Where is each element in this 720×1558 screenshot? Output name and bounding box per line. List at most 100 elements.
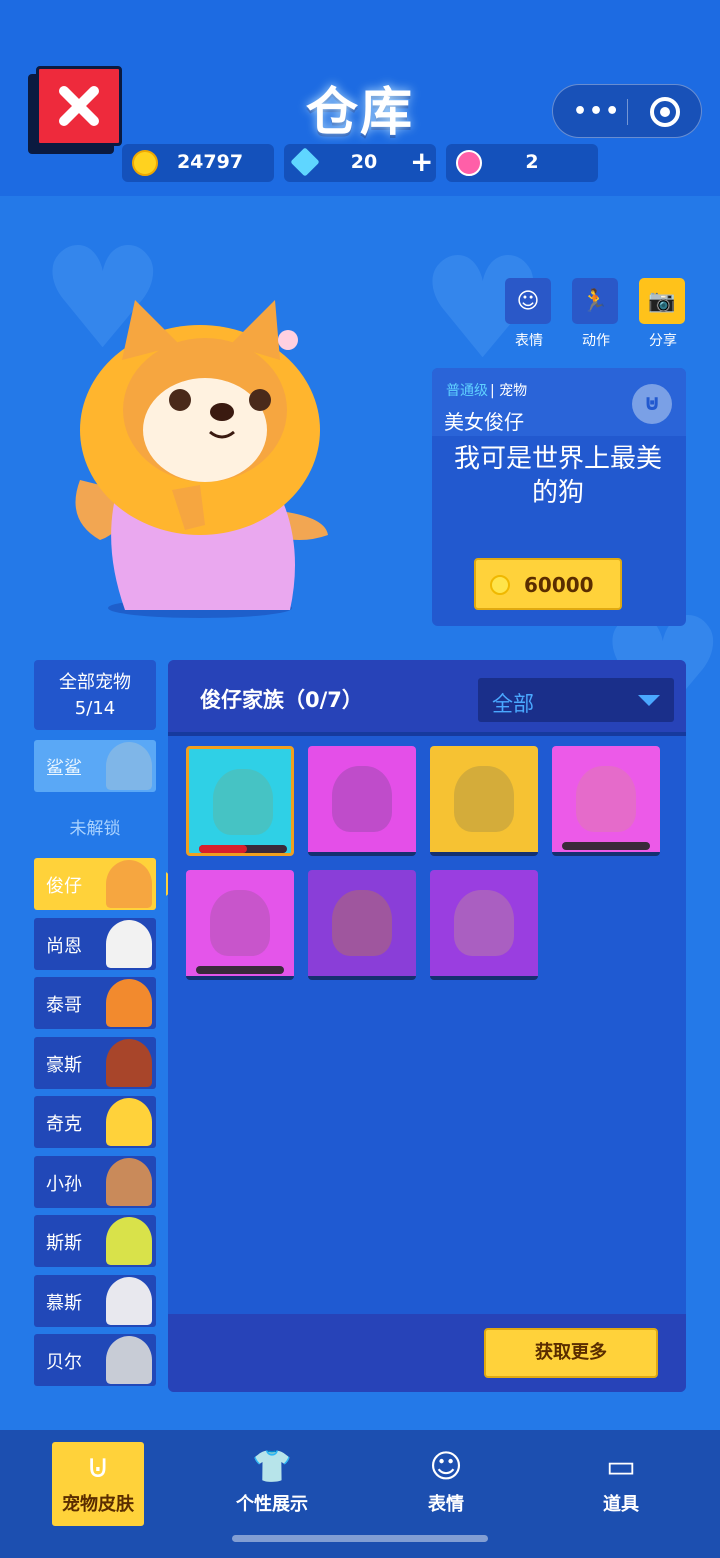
all-pets-tab[interactable]: 全部宠物 5/14 [34, 660, 156, 730]
emote-icon: ☺ [505, 278, 551, 324]
filter-dropdown[interactable]: 全部 [478, 678, 674, 722]
sidebar-item-shasha[interactable]: 鲨鲨 [34, 740, 156, 792]
more-menu-button[interactable]: ••• [573, 99, 621, 124]
skin-pet-silhouette [454, 890, 514, 956]
emote-icon: ☺ [429, 1447, 463, 1485]
pet-type: | 宠物 [490, 383, 528, 399]
snake-avatar [106, 1217, 152, 1265]
skin-card[interactable] [186, 746, 294, 856]
pet-quote: 我可是世界上最美的狗 [453, 444, 662, 508]
skin-card[interactable] [308, 870, 416, 980]
skin-card[interactable] [552, 746, 660, 856]
sidebar-item-label: 慕斯 [46, 1293, 82, 1314]
all-pets-count: 5/14 [74, 698, 116, 719]
share-button[interactable]: 📷 分享 [639, 278, 687, 350]
share-label: 分享 [649, 333, 677, 349]
card-icon: ▭ [605, 1447, 637, 1485]
skin-panel-header: 俊仔家族（0/7） 全部 [168, 660, 686, 736]
sidebar-item-qike[interactable]: 奇克 [34, 1096, 156, 1148]
mini-program-capsule: ••• [552, 84, 702, 138]
sidebar-item-label: 泰哥 [46, 995, 82, 1016]
pet-character-illustration [75, 300, 328, 618]
get-more-button[interactable]: 获取更多 [484, 1328, 658, 1378]
skin-pet-silhouette [210, 890, 270, 956]
close-icon [59, 86, 99, 126]
pet-skin-icon: ⊍ [86, 1447, 110, 1485]
close-button-face [36, 66, 122, 146]
filter-value: 全部 [492, 692, 534, 716]
nav-tab-items[interactable]: ▭ 道具 [575, 1442, 667, 1526]
skin-progress-fill [199, 845, 248, 853]
diamond-counter: 20 + [284, 144, 436, 182]
sidebar-item-xiaosun[interactable]: 小孙 [34, 1156, 156, 1208]
action-icon: 🏃 [572, 278, 618, 324]
sidebar-item-haosi[interactable]: 豪斯 [34, 1037, 156, 1089]
close-button[interactable] [28, 66, 122, 154]
nav-tab-emote[interactable]: ☺ 表情 [400, 1442, 492, 1526]
skin-card[interactable] [186, 870, 294, 980]
sidebar-item-shangen[interactable]: 尚恩 [34, 918, 156, 970]
pet-rank: 普通级 [446, 383, 488, 399]
mouse-avatar [106, 1277, 152, 1325]
emote-button[interactable]: ☺ 表情 [505, 278, 553, 350]
sidebar-item-beier[interactable]: 贝尔 [34, 1334, 156, 1386]
sidebar-item-label: 鲨鲨 [46, 758, 82, 779]
dog-avatar [106, 860, 152, 908]
skin-card[interactable] [430, 870, 538, 980]
add-diamond-button[interactable]: + [410, 145, 433, 178]
chick-avatar [106, 1098, 152, 1146]
nav-tab-label: 个性展示 [236, 1494, 308, 1515]
home-indicator [232, 1535, 488, 1542]
token-counter: 2 [446, 144, 598, 182]
shark-avatar [106, 742, 152, 790]
all-pets-label: 全部宠物 [59, 672, 131, 693]
sheep-avatar [106, 920, 152, 968]
tiger-avatar [106, 979, 152, 1027]
pet-skin-badge-icon: ⊍ [632, 384, 672, 424]
sidebar-item-label: 尚恩 [46, 936, 82, 957]
sidebar-item-taige[interactable]: 泰哥 [34, 977, 156, 1029]
sidebar-item-junzai[interactable]: 俊仔 [34, 858, 156, 910]
skin-pet-silhouette [213, 769, 273, 835]
buy-price-button[interactable]: 60000 [474, 558, 622, 610]
lotus-token-icon [456, 150, 482, 176]
sidebar-item-label: 豪斯 [46, 1055, 82, 1076]
skin-pet-silhouette [576, 766, 636, 832]
nav-tab-label: 道具 [603, 1494, 639, 1515]
pet-info-card: 普通级 | 宠物 美女俊仔 ⊍ 我可是世界上最美的狗 60000 [432, 368, 686, 626]
family-title: 俊仔家族（0/7） [200, 688, 363, 712]
skin-pet-silhouette [454, 766, 514, 832]
seal-avatar [106, 1336, 152, 1384]
tshirt-icon: 👕 [252, 1447, 292, 1485]
exit-target-icon[interactable] [650, 97, 680, 127]
camera-icon: 📷 [639, 278, 685, 324]
gold-coin-icon [132, 150, 158, 176]
gold-coin-counter: 24797 [122, 144, 274, 182]
nav-tab-showcase[interactable]: 👕 个性展示 [226, 1442, 318, 1526]
sidebar-item-label: 奇克 [46, 1114, 82, 1135]
skin-panel-footer: 获取更多 [168, 1314, 686, 1392]
price-value: 60000 [524, 573, 594, 597]
action-button[interactable]: 🏃 动作 [572, 278, 620, 350]
skin-pet-silhouette [332, 890, 392, 956]
warehouse-screen: ♥ ♥ ♥ ♥ 仓库 ••• 24797 20 + 2 [0, 0, 720, 1558]
skin-card[interactable] [430, 746, 538, 856]
locked-section-label: 未解锁 [69, 819, 121, 839]
capsule-divider [627, 99, 628, 125]
sidebar-item-label: 小孙 [46, 1174, 82, 1195]
monkey-avatar [106, 1158, 152, 1206]
gold-coin-icon [490, 575, 510, 595]
skin-card[interactable] [308, 746, 416, 856]
skin-panel: 俊仔家族（0/7） 全部 获取更多 [168, 660, 686, 1392]
pet-name: 美女俊仔 [444, 410, 524, 434]
nav-tab-pet-skin[interactable]: ⊍ 宠物皮肤 [52, 1442, 144, 1526]
diamond-value: 20 [350, 151, 378, 173]
skin-progress-bar [196, 966, 284, 974]
sidebar-item-musi[interactable]: 慕斯 [34, 1275, 156, 1327]
sidebar-item-sisi[interactable]: 斯斯 [34, 1215, 156, 1267]
sidebar-item-label: 贝尔 [46, 1352, 82, 1373]
sidebar-item-label: 斯斯 [46, 1233, 82, 1254]
sidebar-item-label: 俊仔 [46, 876, 82, 897]
action-label: 动作 [582, 333, 610, 349]
gold-coin-value: 24797 [176, 151, 244, 173]
